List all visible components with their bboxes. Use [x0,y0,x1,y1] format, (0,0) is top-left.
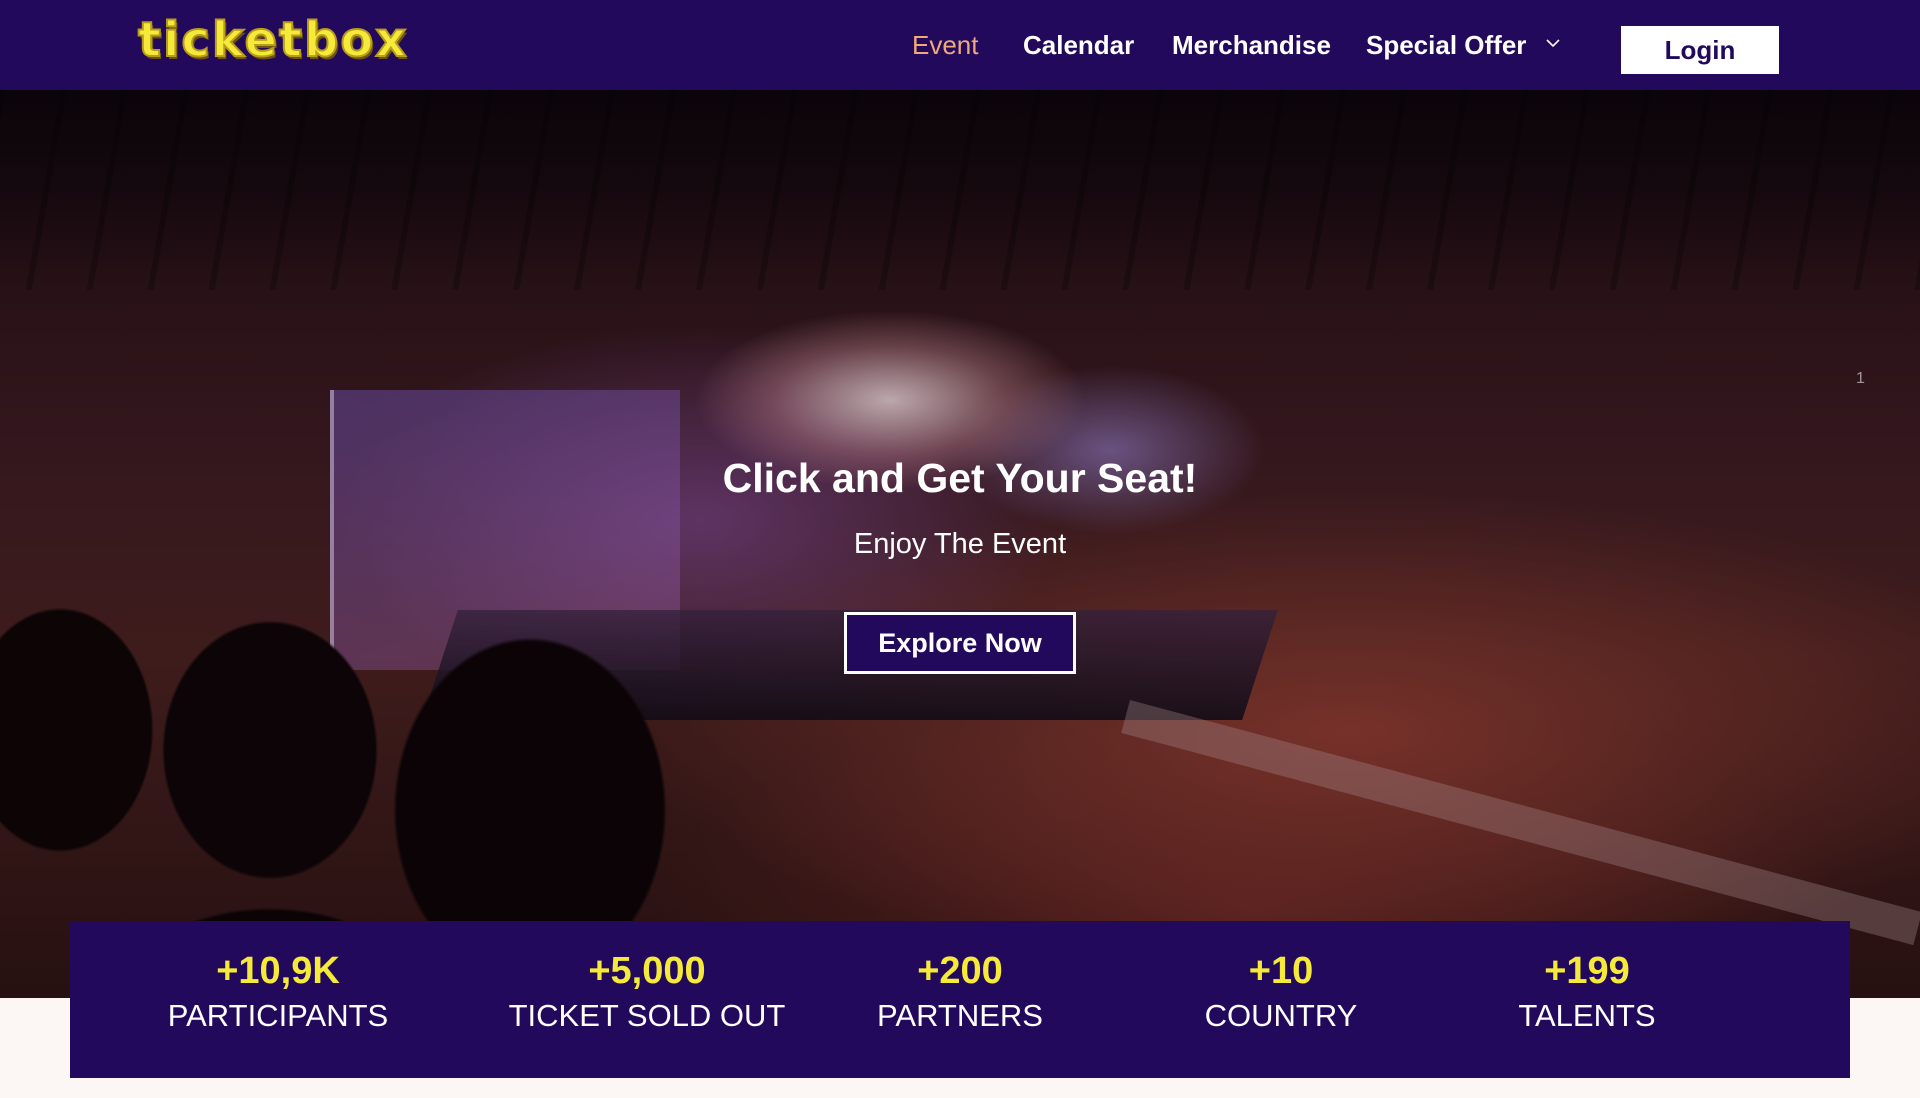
stat-participants: +10,9K PARTICIPANTS [98,950,458,1033]
stat-label: PARTICIPANTS [167,997,389,1033]
stat-value: +199 [1544,950,1630,992]
login-button[interactable]: Login [1621,26,1779,74]
hero-section: 1 Click and Get Your Seat! Enjoy The Eve… [0,90,1920,998]
stat-value: +200 [917,950,1003,992]
stat-partners: +200 PARTNERS [780,950,1140,1033]
nav-link-calendar[interactable]: Calendar [1023,30,1134,61]
chevron-down-icon [1546,39,1560,48]
nav-link-special-offer-label: Special Offer [1366,30,1527,60]
explore-now-button[interactable]: Explore Now [844,612,1076,674]
nav-link-event[interactable]: Event [912,30,979,61]
nav-link-merchandise[interactable]: Merchandise [1172,30,1331,61]
slide-indicator: 1 [1856,370,1865,387]
stat-value: +5,000 [588,950,706,992]
stat-value: +10,9K [216,950,340,992]
stat-label: PARTNERS [877,997,1043,1033]
stats-bar: +10,9K PARTICIPANTS +5,000 TICKET SOLD O… [70,921,1850,1078]
navbar: ticketbox Event Calendar Merchandise Spe… [0,0,1920,90]
stat-ticket-sold-out: +5,000 TICKET SOLD OUT [467,950,827,1033]
nav-link-special-offer[interactable]: Special Offer [1366,30,1560,61]
stat-talents: +199 TALENTS [1407,950,1767,1033]
stat-label: TALENTS [1518,997,1656,1033]
hero-title: Click and Get Your Seat! [722,455,1198,501]
hero-subtitle: Enjoy The Event [853,528,1067,560]
stat-label: TICKET SOLD OUT [508,997,786,1033]
